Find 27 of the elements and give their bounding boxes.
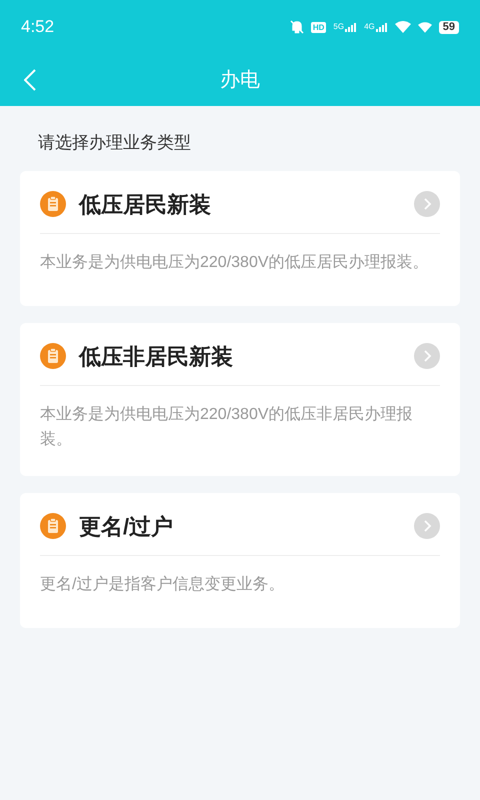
wifi-icon [418,22,432,32]
service-description: 本业务是为供电电压为220/380V的低压非居民办理报装。 [40,404,414,450]
clipboard-icon [40,191,66,217]
mute-bell-icon [290,20,304,34]
wifi-icon [394,21,411,33]
signal-icon [345,22,358,32]
section-prompt: 请选择办理业务类型 [37,132,192,154]
service-description: 更名/过户是指客户信息变更业务。 [40,574,286,594]
service-title: 更名/过户 [79,512,174,540]
service-card[interactable]: 更名/过户 更名/过户是指客户信息变更业务。 [20,492,460,628]
battery-indicator: 59 [438,20,459,34]
network-label: 5G [333,22,344,30]
service-title: 低压居民新装 [79,190,211,218]
chevron-right-icon[interactable] [414,343,440,369]
service-card[interactable]: 低压居民新装 本业务是为供电电压为220/380V的低压居民办理报装。 [20,170,460,306]
chevron-right-icon[interactable] [414,191,440,217]
network-label: 4G [364,22,375,30]
page-title: 办电 [220,68,260,93]
chevron-right-icon[interactable] [414,513,440,539]
clipboard-icon [40,513,66,539]
status-time: 4:52 [21,16,54,38]
service-card[interactable]: 低压非居民新装 本业务是为供电电压为220/380V的低压非居民办理报装。 [20,322,460,476]
hd-badge: HD [310,22,326,32]
service-description: 本业务是为供电电压为220/380V的低压居民办理报装。 [40,252,430,272]
clipboard-icon [40,343,66,369]
signal-icon [376,22,388,32]
service-title: 低压非居民新装 [79,342,233,370]
